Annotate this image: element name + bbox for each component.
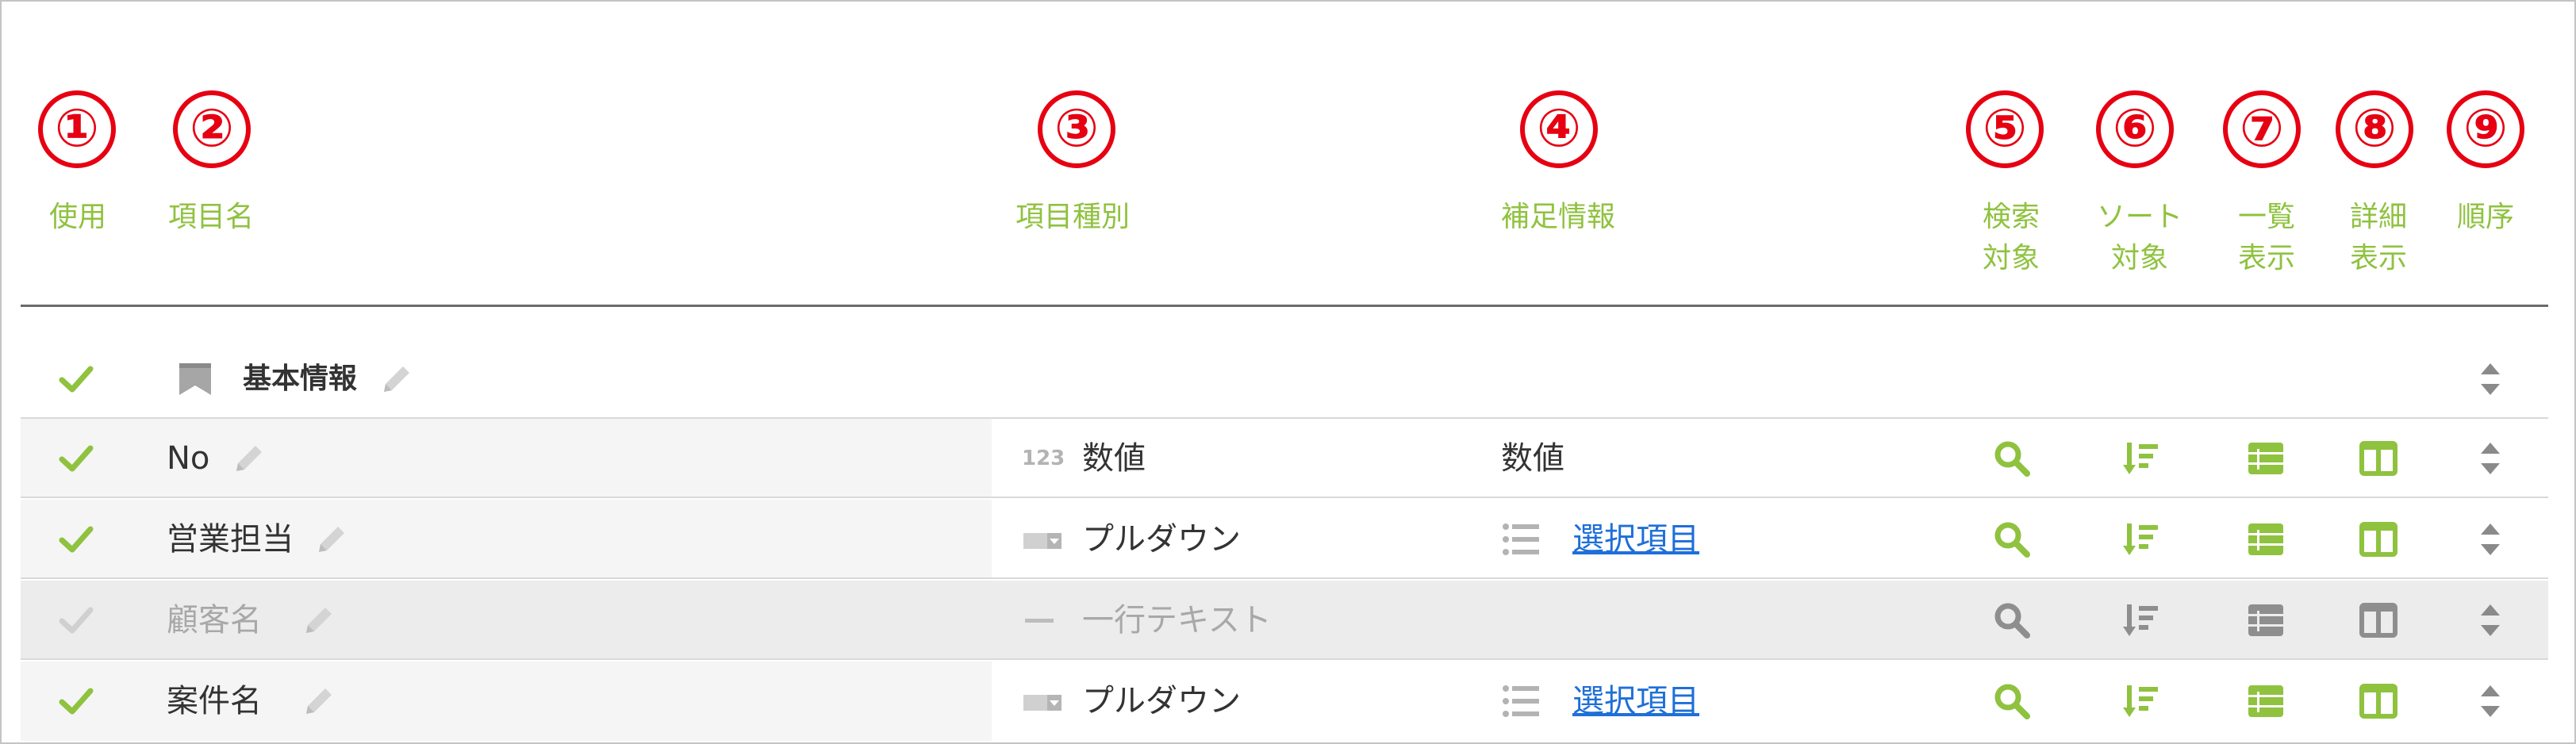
field-settings-panel: ① ② ③ ④ ⑤ ⑥ ⑦ ⑧ ⑨ 使用 項目名 項目種別 補足情報 検索 対象… [0, 0, 2576, 744]
field-name: 顧客名 [167, 602, 262, 639]
col-header-order: 順序 [2457, 201, 2515, 233]
col-header-list: 一覧 表示 [2238, 197, 2295, 279]
col-header-list-line1: 一覧 [2237, 201, 2296, 233]
row-divider [21, 497, 2548, 498]
pencil-icon[interactable] [230, 439, 268, 477]
pencil-icon[interactable] [300, 601, 338, 639]
badge-9: ⑨ [2447, 90, 2524, 168]
row-divider [21, 577, 2548, 579]
detail-view-icon[interactable] [2358, 519, 2399, 560]
dropdown-icon [1023, 533, 1061, 549]
badge-7: ⑦ [2223, 90, 2301, 168]
badge-3: ③ [1038, 90, 1115, 168]
sort-icon[interactable] [2120, 600, 2161, 641]
col-header-search-line1: 検索 [1982, 201, 2040, 233]
reorder-icon[interactable] [2474, 359, 2506, 400]
col-header-use: 使用 [49, 201, 107, 233]
col-header-info: 補足情報 [1501, 201, 1616, 233]
field-type: プルダウン [1082, 683, 1241, 719]
field-name: 案件名 [167, 683, 262, 719]
detail-view-icon[interactable] [2358, 681, 2399, 722]
col-header-detail-line2: 表示 [2349, 242, 2408, 274]
check-icon[interactable] [56, 681, 97, 722]
section-label: 基本情報 [243, 362, 358, 395]
list-view-icon[interactable] [2245, 438, 2286, 479]
col-header-name: 項目名 [168, 201, 255, 233]
col-header-search: 検索 対象 [1983, 197, 2040, 279]
list-view-icon[interactable] [2245, 600, 2286, 641]
sort-icon[interactable] [2120, 438, 2161, 479]
reorder-icon[interactable] [2474, 681, 2506, 722]
check-icon[interactable] [56, 519, 97, 560]
reorder-icon[interactable] [2474, 519, 2506, 560]
pencil-icon[interactable] [313, 520, 351, 558]
search-icon[interactable] [1991, 438, 2033, 479]
field-type: 数値 [1082, 440, 1146, 477]
list-bullet-icon [1503, 685, 1539, 717]
pencil-icon[interactable] [378, 360, 416, 398]
check-icon[interactable] [56, 359, 97, 400]
list-view-icon[interactable] [2245, 681, 2286, 722]
badge-4: ④ [1520, 90, 1598, 168]
field-name: No [167, 440, 210, 477]
detail-view-icon[interactable] [2358, 438, 2399, 479]
reorder-icon[interactable] [2474, 438, 2506, 479]
col-header-sort-line2: 対象 [2110, 242, 2169, 274]
col-header-sort: ソート 対象 [2097, 197, 2182, 279]
field-type: 一行テキスト [1082, 602, 1272, 639]
field-row: 営業担当 プルダウン 選択項目 [21, 500, 2548, 579]
search-icon[interactable] [1991, 519, 2033, 560]
row-divider [21, 658, 2548, 660]
pencil-icon[interactable] [300, 682, 338, 720]
section-row: 基本情報 [21, 339, 2548, 419]
check-icon[interactable] [56, 600, 97, 641]
badge-8: ⑧ [2336, 90, 2413, 168]
field-type: プルダウン [1082, 521, 1241, 558]
col-header-search-line2: 対象 [1982, 242, 2040, 274]
number-type-icon: 123 [1022, 447, 1065, 470]
detail-view-icon[interactable] [2358, 600, 2399, 641]
badge-1: ① [38, 90, 116, 168]
list-view-icon[interactable] [2245, 519, 2286, 560]
bookmark-icon [179, 363, 211, 395]
col-header-sort-line1: ソート [2096, 201, 2183, 233]
field-row: No 123 数値 数値 [21, 419, 2548, 498]
check-icon[interactable] [56, 438, 97, 479]
field-row: 案件名 プルダウン 選択項目 [21, 662, 2548, 741]
col-header-detail: 詳細 表示 [2350, 197, 2407, 279]
list-bullet-icon [1503, 523, 1539, 555]
field-name: 営業担当 [167, 521, 294, 558]
field-info: 数値 [1501, 440, 1564, 477]
col-header-detail-line1: 詳細 [2349, 201, 2408, 233]
selection-items-link[interactable]: 選択項目 [1572, 500, 1699, 579]
search-icon[interactable] [1991, 600, 2033, 641]
dash-icon [1025, 619, 1054, 623]
field-row-disabled: 顧客名 一行テキスト [21, 581, 2548, 660]
badge-5: ⑤ [1966, 90, 2044, 168]
badge-6: ⑥ [2096, 90, 2174, 168]
dropdown-icon [1023, 695, 1061, 711]
header-divider [21, 305, 2548, 307]
col-header-list-line2: 表示 [2237, 242, 2296, 274]
search-icon[interactable] [1991, 681, 2033, 722]
col-header-type: 項目種別 [1015, 201, 1131, 233]
reorder-icon[interactable] [2474, 600, 2506, 641]
sort-icon[interactable] [2120, 681, 2161, 722]
sort-icon[interactable] [2120, 519, 2161, 560]
selection-items-link[interactable]: 選択項目 [1572, 662, 1699, 741]
badge-2: ② [173, 90, 251, 168]
